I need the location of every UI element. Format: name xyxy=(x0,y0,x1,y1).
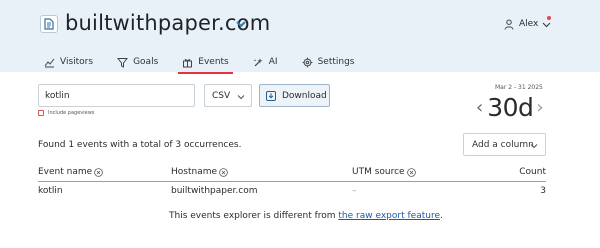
download-label: Download xyxy=(282,90,327,101)
cell-count: 3 xyxy=(540,186,546,196)
chevron-down-icon xyxy=(542,22,551,27)
tab-label: Visitors xyxy=(60,57,94,67)
previous-period-arrow-icon[interactable]: ‹ xyxy=(476,93,483,123)
period-value[interactable]: 30d xyxy=(487,93,534,123)
tab-label: Goals xyxy=(133,57,159,67)
funnel-icon xyxy=(117,57,129,68)
chart-icon xyxy=(44,58,55,67)
footer-suffix: . xyxy=(439,211,443,221)
gift-icon xyxy=(183,58,193,67)
next-period-arrow-icon[interactable]: › xyxy=(536,93,543,123)
tab-settings[interactable]: Settings xyxy=(302,53,355,71)
remove-column-icon[interactable] xyxy=(94,167,103,177)
column-label: UTM source xyxy=(352,167,405,177)
raw-export-link[interactable]: the raw export feature xyxy=(338,211,440,221)
sparkle-tools-icon xyxy=(253,57,263,66)
notification-dot xyxy=(547,16,551,20)
tab-label: AI xyxy=(268,57,278,67)
include-pageviews-label: Include pageviews xyxy=(48,110,95,116)
table-header: Event name Hostname UTM source Count xyxy=(38,166,546,182)
include-pageviews-option[interactable]: Include pageviews xyxy=(38,110,94,116)
event-search-input[interactable] xyxy=(38,84,195,107)
include-pageviews-checkbox[interactable] xyxy=(38,110,44,116)
column-header-utm-source: UTM source xyxy=(352,167,416,177)
column-label: Count xyxy=(519,167,546,177)
gear-icon xyxy=(302,57,312,67)
date-range-label: Mar 2 - 31 2025 xyxy=(495,84,543,91)
user-icon xyxy=(504,19,514,30)
column-header-hostname: Hostname xyxy=(171,167,228,177)
results-summary: Found 1 events with a total of 3 occurre… xyxy=(38,140,242,150)
chevron-down-icon xyxy=(530,144,538,149)
export-format-value: CSV xyxy=(212,90,231,101)
remove-column-icon[interactable] xyxy=(219,167,228,177)
cell-event-name: kotlin xyxy=(38,186,63,196)
user-name: Alex xyxy=(519,19,539,29)
download-icon xyxy=(266,90,276,101)
top-bar: builtwithpaper.com Alex Visitors Goals E… xyxy=(0,0,600,74)
add-column-select[interactable]: Add a column xyxy=(463,133,546,156)
tab-goals[interactable]: Goals xyxy=(117,53,158,71)
tab-label: Events xyxy=(198,57,229,67)
cell-hostname: builtwithpaper.com xyxy=(171,186,258,196)
add-column-label: Add a column xyxy=(472,139,534,150)
period-selector: ‹ 30d › xyxy=(476,93,544,123)
export-format-select[interactable]: CSV xyxy=(204,84,252,107)
column-header-event-name: Event name xyxy=(38,167,103,177)
remove-column-icon[interactable] xyxy=(406,167,416,177)
footer-text: This events explorer is different from xyxy=(169,211,339,221)
nav-tabs: Visitors Goals Events AI Settings xyxy=(44,53,378,74)
tab-events[interactable]: Events xyxy=(178,53,234,74)
cell-utm-source: – xyxy=(352,186,357,196)
site-logo-icon[interactable] xyxy=(40,15,58,33)
tab-label: Settings xyxy=(317,57,355,67)
chevron-down-icon xyxy=(237,95,245,100)
site-switcher-chevron-icon[interactable] xyxy=(235,19,247,29)
column-label: Hostname xyxy=(171,167,218,177)
column-header-count[interactable]: Count xyxy=(519,167,546,177)
column-label: Event name xyxy=(38,167,93,177)
tab-ai[interactable]: AI xyxy=(253,53,278,71)
tab-visitors[interactable]: Visitors xyxy=(44,53,93,71)
download-button[interactable]: Download xyxy=(259,84,330,107)
user-menu[interactable]: Alex xyxy=(504,16,551,32)
table-row[interactable]: kotlin builtwithpaper.com – 3 xyxy=(38,184,546,198)
footer-note: This events explorer is different from t… xyxy=(169,211,443,221)
